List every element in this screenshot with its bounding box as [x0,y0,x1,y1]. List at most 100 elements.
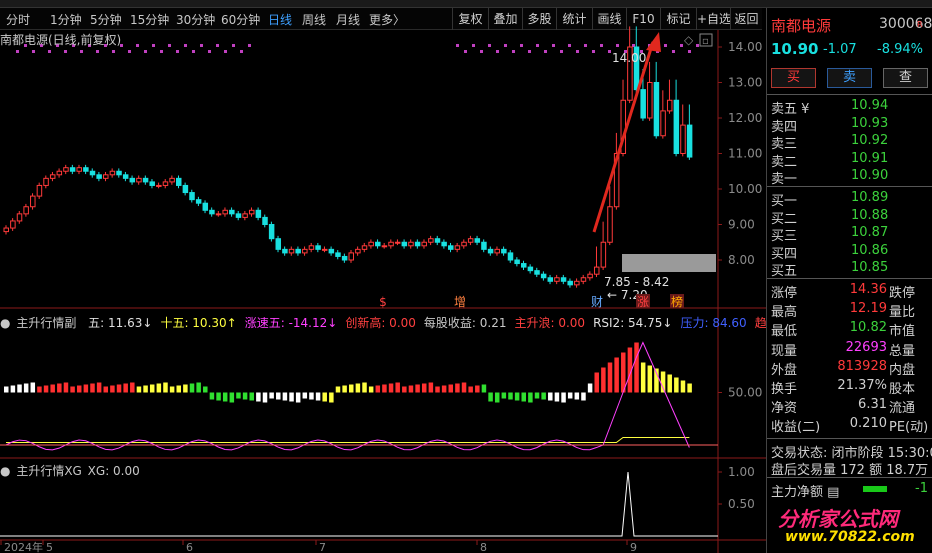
bid-label: 买二 [771,211,798,227]
candle-body [109,170,116,176]
signal-dot [584,44,587,47]
candle-body [487,248,494,254]
signal-dot [48,50,51,53]
candle-body [189,192,195,201]
bid-row[interactable]: 买五 10.85 [771,260,929,279]
indicator1-bar [136,386,142,393]
candle-body [666,99,673,112]
indicator1-bar [382,384,387,393]
watermark-title: 分析家公式网 [778,507,898,531]
indicator1-bar [494,392,500,403]
stat-label-secondary: 总量 [889,343,916,359]
indicator1-bar [176,385,181,393]
signal-dot [480,50,483,53]
bid-label: 买三 [771,229,798,245]
ask-price: 10.90 [851,168,889,184]
candle-body [182,184,189,194]
candle-body [83,167,89,172]
high-price-label: 14.00 [612,51,646,65]
separator [767,278,932,279]
indicator1-values: 五: 11.63↓ 十五: 10.30↑ 涨速五: -14.12↓ 创新高: 0.00… [82,316,793,330]
indicator1-bar [594,372,599,393]
candle-body [262,216,268,225]
indicator1-bar [329,392,334,403]
indicator1-bar [402,386,407,393]
stat-label: 现量 [771,343,798,359]
signal-dot [224,50,227,53]
buy-button[interactable]: 买 [771,68,816,88]
indicator1-dot-icon: ● [0,316,11,330]
sell-button[interactable]: 卖 [827,68,872,88]
main-netflow-label[interactable]: 主力净额 ▤ [771,481,839,500]
candle-body [23,206,29,215]
indicator1-bar [4,386,9,393]
stat-label: 最高 [771,305,798,321]
indicator1-bar [196,382,201,393]
event-marker-label: 增 [454,295,466,309]
indicator1-bar [269,392,274,399]
ask-label: 卖三 [771,137,798,153]
candle-body [295,248,301,254]
expand-icon-glyph: ▫ [702,36,709,47]
chart-title: 南都电源(日线,前复权) [0,33,122,47]
bid-row[interactable]: 买一 10.89 [771,190,929,209]
indicator1-bar [574,392,580,400]
candle-body [653,82,660,137]
candle-body [421,241,427,247]
candle-body [527,266,534,272]
ask-row[interactable]: 卖一 10.90 [771,168,929,187]
bid-price: 10.86 [851,242,889,258]
candle-body [308,245,315,250]
indicator1-bar [256,392,261,402]
price-range-box [622,254,716,272]
indicator1-bar [461,382,467,393]
ask-row[interactable]: 卖五 ¥ 10.94 [771,98,929,117]
signal-dot [600,44,603,47]
indicator1-bar [528,392,533,403]
candle-body [540,273,547,279]
candle-body [501,248,507,254]
indicator1-bar [448,384,454,393]
query-button[interactable]: 查 [883,68,928,88]
bid-row[interactable]: 买四 10.86 [771,242,929,262]
signal-dot [240,50,243,53]
candle-body [428,238,434,243]
candle-body [149,181,155,186]
stat-value: 813928 [837,358,887,374]
candle-body [640,89,646,119]
indicator2-dot-icon: ● [0,464,11,478]
indicator1-bar [475,385,480,393]
indicator1-bar [249,392,254,401]
ask-row[interactable]: 卖二 10.91 [771,150,929,170]
ask-row[interactable]: 卖三 10.92 [771,133,929,153]
bid-row[interactable]: 买二 10.88 [771,208,929,227]
indicator1-bar [96,382,102,393]
signal-dot [216,44,219,47]
quote-panel: 南都电源 300068 R 10.90 -1.07 -8.94% 买 卖 查 卖… [766,8,932,553]
ask-price: 10.91 [851,150,889,166]
bid-row[interactable]: 买三 10.87 [771,225,929,245]
candle-body [282,248,288,254]
candle-body [481,241,487,250]
indicator1-bar [276,392,281,400]
indicator1-bar [674,377,679,393]
signal-dot [208,50,211,53]
indicator1-bar [680,380,686,393]
signal-dot [96,50,99,53]
signal-dot [160,50,163,53]
candle-body [680,124,686,154]
ask-row[interactable]: 卖四 10.93 [771,116,929,135]
candle-body [375,241,381,247]
indicator1-bar [567,392,573,399]
separator [767,477,932,478]
stat-label: 涨停 [771,286,798,301]
candle-body [215,213,222,216]
signal-dot [536,44,539,47]
candle-body [560,277,567,282]
indicator1-bar [455,383,460,393]
stat-row: 最高 12.19 量比 [771,301,932,321]
indicator1-bar [362,382,367,393]
stat-row: 外盘 813928 内盘 [771,358,932,378]
signal-dot [472,44,475,47]
candle-body [567,280,573,286]
